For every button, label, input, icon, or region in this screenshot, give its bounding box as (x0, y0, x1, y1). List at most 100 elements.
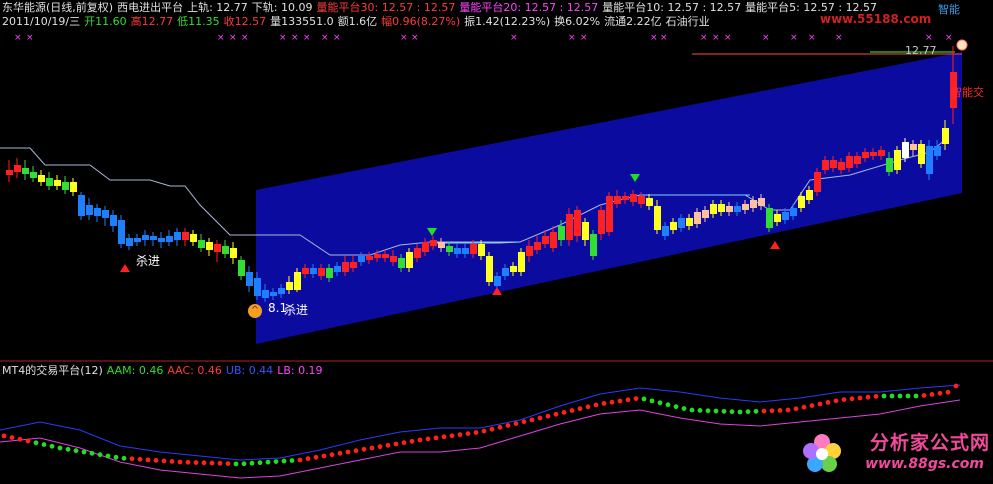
candle-body (222, 246, 229, 254)
pink-marker: × (303, 33, 311, 43)
pink-marker: × (217, 33, 225, 43)
annotation-kill-1: 杀进 (136, 254, 161, 268)
aam-dot (625, 397, 631, 403)
aam-dot (705, 408, 711, 414)
candlestick-chart[interactable]: × × × × × × × × × × × × × × × × × × × × × × × × × × (0, 0, 993, 484)
aam-dot (505, 423, 511, 428)
quote-item-11: 石油行业 (665, 15, 710, 28)
aam-dot (9, 435, 15, 440)
buy-signal-icon: ^ (248, 304, 262, 318)
candle-body (30, 172, 37, 178)
candle-body (214, 244, 221, 252)
candle-body (150, 236, 157, 240)
candle-body (486, 256, 493, 282)
candle-body (598, 210, 605, 234)
aam-dot (361, 446, 367, 452)
aam-dot (121, 455, 127, 461)
aam-dot (393, 441, 399, 447)
candle-body (526, 246, 533, 256)
quote-item-5: 量133551.0 (270, 15, 334, 28)
candle-body (454, 248, 461, 254)
pink-marker: × (660, 33, 668, 43)
candle-body (382, 254, 389, 258)
aam-dot (897, 393, 903, 399)
candle-body (246, 272, 253, 286)
aam-dot (569, 408, 575, 413)
aam-dot (297, 457, 303, 463)
pink-marker: × (925, 33, 933, 43)
aam-dot (401, 440, 407, 446)
candle-body (358, 256, 365, 262)
candle-body (726, 206, 733, 212)
aam-dot (89, 450, 95, 456)
candle-body (174, 232, 181, 240)
aam-dot (737, 409, 743, 415)
candle-body (414, 248, 421, 258)
aam-dot (881, 393, 887, 399)
candle-body (422, 242, 429, 252)
aam-dot (369, 445, 375, 451)
candle-body (870, 152, 877, 156)
sub-panel-header: MT4的交易平台(12) AAM: 0.46 AAC: 0.46 UB: 0.44 LB… (2, 364, 327, 378)
aam-dot (689, 407, 695, 413)
aam-dot (249, 460, 255, 466)
candle-body (638, 196, 645, 204)
candle-body (806, 190, 813, 200)
candle-body (102, 210, 109, 218)
candle-body (926, 146, 933, 174)
aam-dot (201, 460, 207, 466)
aam-dot (169, 459, 175, 464)
buy-arrow-icon (120, 264, 130, 272)
candle-body (182, 232, 189, 240)
candle-body (230, 248, 237, 258)
aam-dot (225, 461, 231, 466)
aam-dot (1, 433, 7, 439)
aam-dot (497, 424, 503, 430)
candle-body (294, 272, 301, 290)
candle-body (206, 242, 213, 250)
aam-dot (337, 450, 343, 456)
pink-marker: × (808, 33, 816, 43)
candle-body (606, 196, 613, 232)
buy-arrow-icon (770, 241, 780, 249)
aam-dot (273, 459, 279, 464)
aam-dot (777, 408, 783, 413)
quote-item-10: 流通2.22亿 (604, 15, 662, 28)
pink-marker: × (411, 33, 419, 43)
pink-marker: × (945, 33, 953, 43)
aam-dot (385, 442, 391, 448)
candle-body (38, 175, 45, 182)
aam-dot (425, 436, 431, 442)
candle-body (702, 210, 709, 218)
aam-dot (73, 448, 79, 454)
aam-dot (809, 403, 815, 408)
candle-body (374, 254, 381, 258)
candle-body (614, 196, 621, 204)
aam-dot (857, 395, 863, 401)
pink-marker: × (580, 33, 588, 43)
aam-dot (473, 430, 479, 435)
candle-body (142, 235, 149, 240)
aam-dot (593, 402, 599, 408)
smart-label[interactable]: 智能 (938, 1, 960, 17)
header-row-2: 2011/10/19/三 开11.60 高12.77 低11.35 收12.57 量133… (2, 15, 714, 29)
aam-dot (825, 400, 831, 405)
header-item-0: 东华能源(日线,前复权) (2, 1, 114, 14)
aam-dot (129, 456, 135, 462)
quote-item-4: 收12.57 (223, 15, 267, 28)
aam-dot (25, 438, 31, 444)
annotation-kill-2: 杀进 (284, 303, 309, 317)
aam-dot (57, 445, 63, 451)
website-link[interactable]: www.55188.com (820, 12, 931, 26)
candle-body (918, 144, 925, 164)
aam-dot (185, 459, 191, 465)
aam-dot (417, 437, 423, 443)
aam-dot (713, 408, 719, 414)
aam-dot (937, 390, 943, 396)
pink-marker: × (790, 33, 798, 43)
pink-marker: × (724, 33, 732, 43)
candle-body (270, 292, 277, 296)
aam-dot (953, 383, 959, 389)
aam-dot (457, 432, 463, 438)
candle-body (494, 276, 501, 286)
